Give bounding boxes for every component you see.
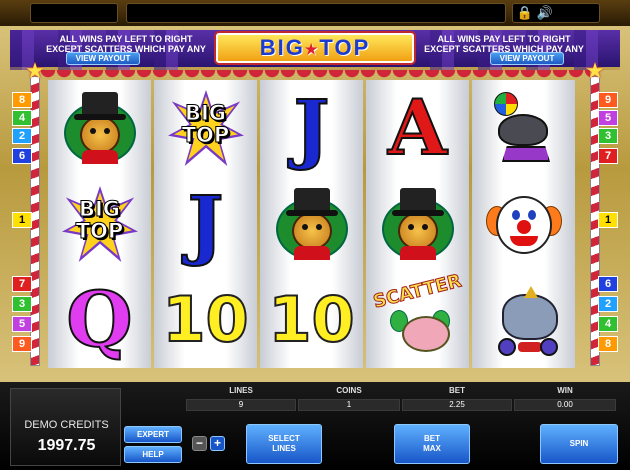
lion-ringmaster-icon — [274, 188, 350, 260]
big-top-word-big: BIG — [184, 101, 227, 125]
line-number-right-5[interactable]: 5 — [598, 110, 618, 126]
lock-icon[interactable]: 🔒 — [516, 4, 534, 22]
jack-symbol-text: J — [293, 83, 331, 173]
reel-cell-big-top: BIG TOP — [154, 80, 257, 176]
top-info-slot-left — [30, 3, 118, 23]
bet-value: 2.25 — [402, 399, 512, 411]
ten-symbol-text: 10 — [161, 282, 249, 357]
reel-cell-ten: 10 — [260, 272, 363, 368]
line-number-left-2[interactable]: 2 — [12, 128, 32, 144]
lion-ringmaster-icon — [380, 188, 456, 260]
reel-cell-jack: J — [154, 176, 257, 272]
reel-area: BIG TOP Q BIG TOP J 10 J 10 A SCATTER — [48, 80, 582, 368]
expert-button[interactable]: EXPERT — [124, 426, 182, 443]
line-number-right-8[interactable]: 8 — [598, 336, 618, 352]
win-value: 0.00 — [514, 399, 616, 411]
reel-5 — [472, 80, 575, 368]
reel-cell-lion — [366, 176, 469, 272]
win-label: WIN — [557, 386, 573, 395]
line-number-left-6[interactable]: 6 — [12, 148, 32, 164]
reel-1: BIG TOP Q — [48, 80, 151, 368]
line-number-left-1[interactable]: 1 — [12, 212, 32, 228]
credit-label: DEMO CREDITS — [24, 419, 109, 431]
big-top-word-big: BIG — [78, 197, 121, 221]
line-number-right-3[interactable]: 3 — [598, 128, 618, 144]
spin-button[interactable]: SPIN — [540, 424, 618, 464]
line-number-left-7[interactable]: 7 — [12, 276, 32, 292]
line-number-left-3[interactable]: 3 — [12, 296, 32, 312]
reel-3: J 10 — [260, 80, 363, 368]
big-top-word-top: TOP — [181, 123, 230, 147]
lines-value: 9 — [186, 399, 296, 411]
right-pole-star-icon: ★ — [585, 58, 605, 83]
reel-cell-ten: 10 — [154, 272, 257, 368]
speaker-icon[interactable]: 🔊 — [536, 4, 554, 22]
coins-plus-button[interactable]: + — [210, 436, 225, 451]
coins-label: COINS — [336, 386, 362, 395]
clown-face-icon — [486, 188, 562, 260]
scatter-dog-icon — [380, 284, 456, 356]
reel-cell-queen: Q — [48, 272, 151, 368]
view-payout-button-left[interactable]: VIEW PAYOUT — [66, 52, 140, 65]
view-payout-button-right[interactable]: VIEW PAYOUT — [490, 52, 564, 65]
big-top-word-top: TOP — [75, 219, 124, 243]
left-pole-star-icon: ★ — [25, 58, 45, 83]
line-number-left-4[interactable]: 4 — [12, 110, 32, 126]
bet-label: BET — [449, 386, 465, 395]
line-number-right-7[interactable]: 7 — [598, 148, 618, 164]
line-number-left-5[interactable]: 5 — [12, 316, 32, 332]
reel-cell-elephant — [472, 272, 575, 368]
tent-scallop-trim — [40, 70, 590, 80]
credit-value: 1997.75 — [37, 437, 96, 454]
line-number-left-8[interactable]: 8 — [12, 92, 32, 108]
line-number-left-9[interactable]: 9 — [12, 336, 32, 352]
reel-cell-jack: J — [260, 80, 363, 176]
seal-with-ball-icon — [486, 92, 562, 164]
reel-cell-lion — [260, 176, 363, 272]
game-logo: BIG★TOP — [216, 33, 414, 63]
reel-2: BIG TOP J 10 — [154, 80, 257, 368]
logo-word-big: BIG — [259, 35, 305, 60]
top-bar: 🔒 🔊 — [0, 0, 630, 26]
rules-text-right: ALL WINS PAY LEFT TO RIGHT EXCEPT SCATTE… — [424, 34, 584, 54]
lion-ringmaster-icon — [62, 92, 138, 164]
elephant-on-bike-icon — [486, 284, 562, 356]
line-number-right-4[interactable]: 4 — [598, 316, 618, 332]
reel-cell-scatter: SCATTER — [366, 270, 469, 368]
jack-symbol-text: J — [187, 179, 225, 269]
reel-cell-seal — [472, 80, 575, 176]
select-lines-button[interactable]: SELECT LINES — [246, 424, 322, 464]
credit-display: DEMO CREDITS 1997.75 — [10, 388, 121, 466]
logo-star-icon: ★ — [304, 41, 320, 58]
line-number-right-6[interactable]: 6 — [598, 276, 618, 292]
coins-value: 1 — [298, 399, 400, 411]
logo-word-top: TOP — [319, 35, 371, 60]
reel-cell-lion — [48, 80, 151, 176]
rules-text-left: ALL WINS PAY LEFT TO RIGHT EXCEPT SCATTE… — [46, 34, 206, 54]
coins-minus-button[interactable]: − — [192, 436, 207, 451]
line-number-right-2[interactable]: 2 — [598, 296, 618, 312]
line-number-right-9[interactable]: 9 — [598, 92, 618, 108]
bet-max-button[interactable]: BET MAX — [394, 424, 470, 464]
reel-cell-clown — [472, 176, 575, 272]
line-number-right-1[interactable]: 1 — [598, 212, 618, 228]
lines-label: LINES — [229, 386, 253, 395]
help-button[interactable]: HELP — [124, 446, 182, 463]
ten-symbol-text: 10 — [267, 282, 355, 357]
reel-cell-big-top: BIG TOP — [48, 176, 151, 272]
queen-symbol-text: Q — [65, 275, 133, 365]
reel-4: A SCATTER — [366, 80, 469, 368]
ace-symbol-text: A — [387, 83, 448, 173]
top-message-slot — [126, 3, 506, 23]
reel-cell-ace: A — [366, 80, 469, 176]
